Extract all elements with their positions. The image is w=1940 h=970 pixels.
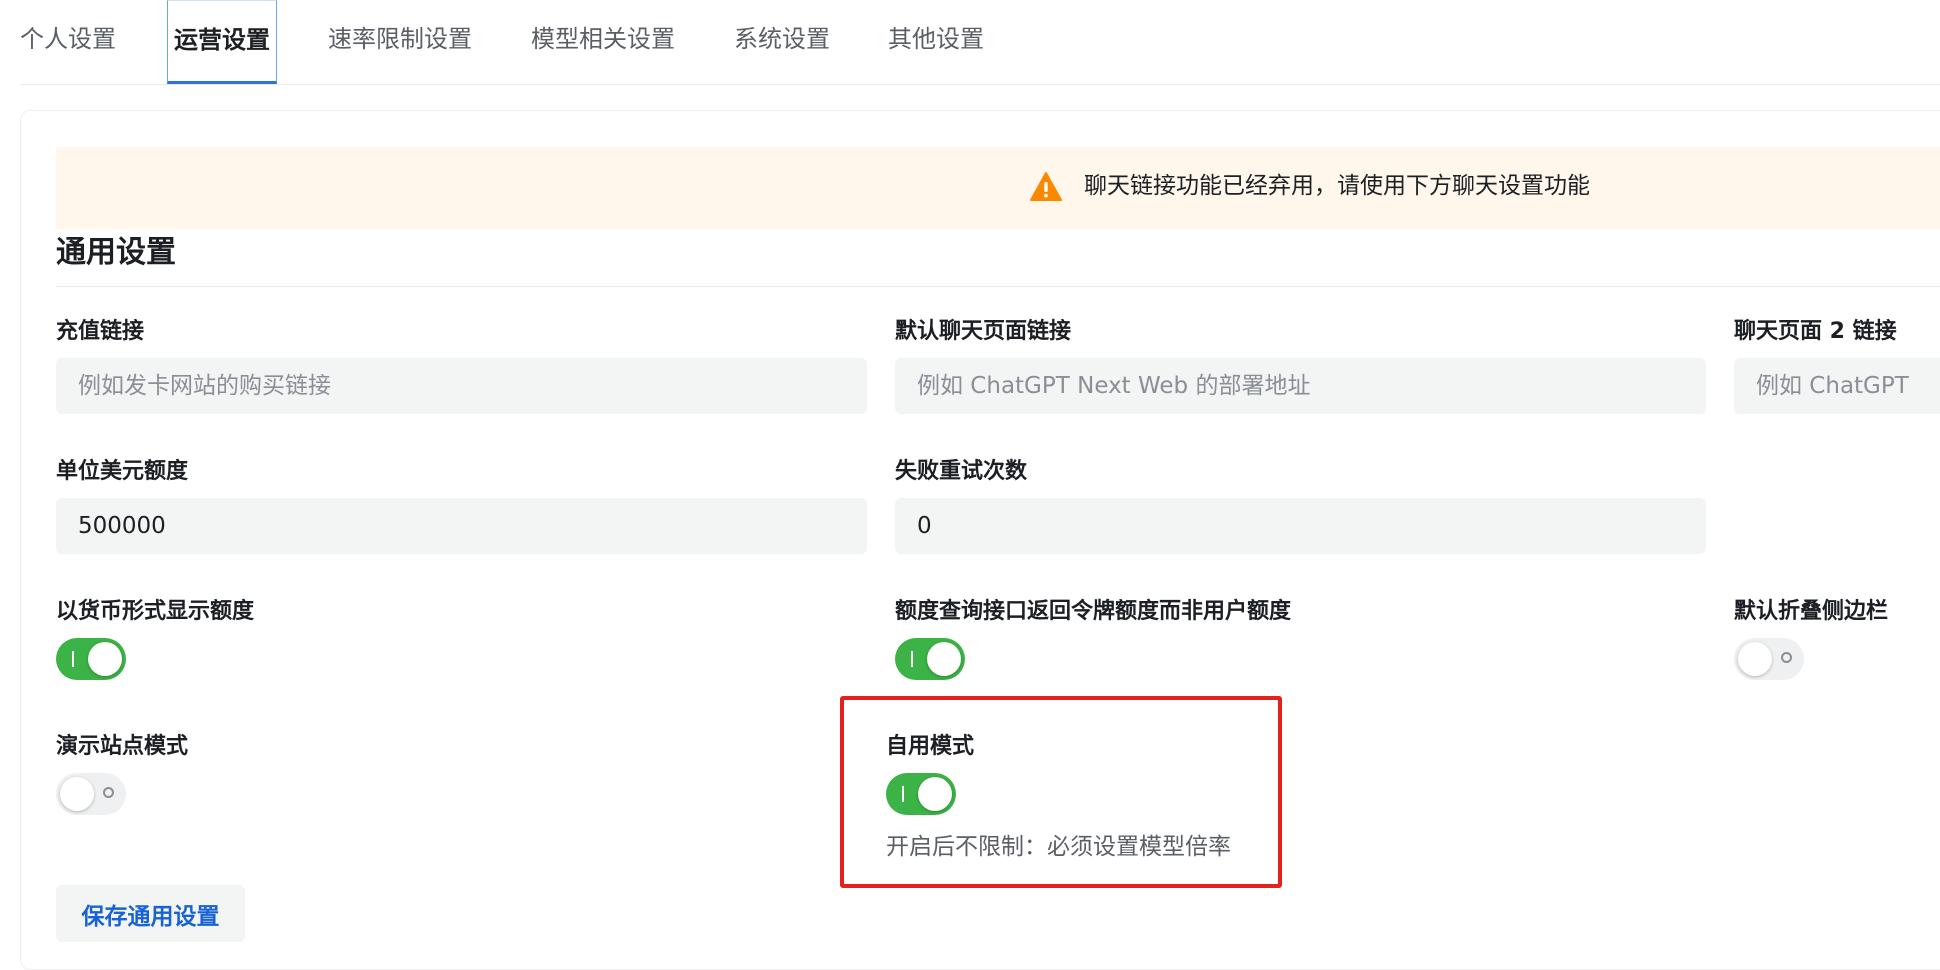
- default-collapse-sidebar-switch[interactable]: [1734, 638, 1804, 680]
- switch-on-mark: [911, 651, 913, 667]
- retry-times-input[interactable]: [895, 498, 1706, 554]
- banner-text: 聊天链接功能已经弃用，请使用下方聊天设置功能: [1084, 173, 1590, 199]
- display-in-currency-label: 以货币形式显示额度: [56, 599, 255, 624]
- switch-knob: [918, 777, 952, 811]
- switch-off-mark: [103, 787, 114, 798]
- token-quota-query-label: 额度查询接口返回令牌额度而非用户额度: [895, 599, 1292, 624]
- tab-other-settings[interactable]: 其他设置: [888, 0, 984, 84]
- switch-off-mark: [1781, 652, 1792, 663]
- default-chat-link-label: 默认聊天页面链接: [895, 319, 1072, 344]
- token-quota-query-switch[interactable]: [895, 638, 965, 680]
- switch-knob: [1738, 642, 1772, 676]
- quota-per-unit-label: 单位美元额度: [56, 459, 189, 484]
- section-title: 通用设置: [56, 235, 176, 270]
- self-use-mode-switch[interactable]: [886, 773, 956, 815]
- self-use-mode-helper: 开启后不限制：必须设置模型倍率: [886, 834, 1231, 860]
- deprecation-banner: 聊天链接功能已经弃用，请使用下方聊天设置功能: [56, 147, 1940, 229]
- switch-knob: [60, 777, 94, 811]
- tab-operation-settings[interactable]: 运营设置: [167, 0, 277, 84]
- default-collapse-sidebar-label: 默认折叠侧边栏: [1734, 599, 1889, 624]
- switch-on-mark: [72, 651, 74, 667]
- demo-site-mode-label: 演示站点模式: [56, 734, 189, 759]
- demo-site-mode-switch[interactable]: [56, 773, 126, 815]
- tab-rate-limit-settings[interactable]: 速率限制设置: [328, 0, 472, 84]
- topup-link-input[interactable]: [56, 358, 867, 414]
- switch-knob: [88, 642, 122, 676]
- save-general-settings-button[interactable]: 保存通用设置: [56, 885, 245, 942]
- tab-system-settings[interactable]: 系统设置: [734, 0, 830, 84]
- tab-model-settings[interactable]: 模型相关设置: [531, 0, 675, 84]
- default-chat-link-input[interactable]: [895, 358, 1706, 414]
- chat-page2-link-label: 聊天页面 2 链接: [1734, 319, 1897, 344]
- warning-icon: [1030, 172, 1062, 201]
- tab-personal-settings[interactable]: 个人设置: [20, 0, 116, 84]
- retry-times-label: 失败重试次数: [895, 459, 1028, 484]
- switch-on-mark: [902, 786, 904, 802]
- settings-tabs: 个人设置 运营设置 速率限制设置 模型相关设置 系统设置 其他设置: [20, 0, 1940, 85]
- self-use-mode-label: 自用模式: [886, 734, 975, 759]
- quota-per-unit-input[interactable]: [56, 498, 867, 554]
- chat-page2-link-input[interactable]: [1734, 358, 1940, 414]
- switch-knob: [927, 642, 961, 676]
- display-in-currency-switch[interactable]: [56, 638, 126, 680]
- section-divider: [56, 286, 1940, 287]
- topup-link-label: 充值链接: [56, 319, 145, 344]
